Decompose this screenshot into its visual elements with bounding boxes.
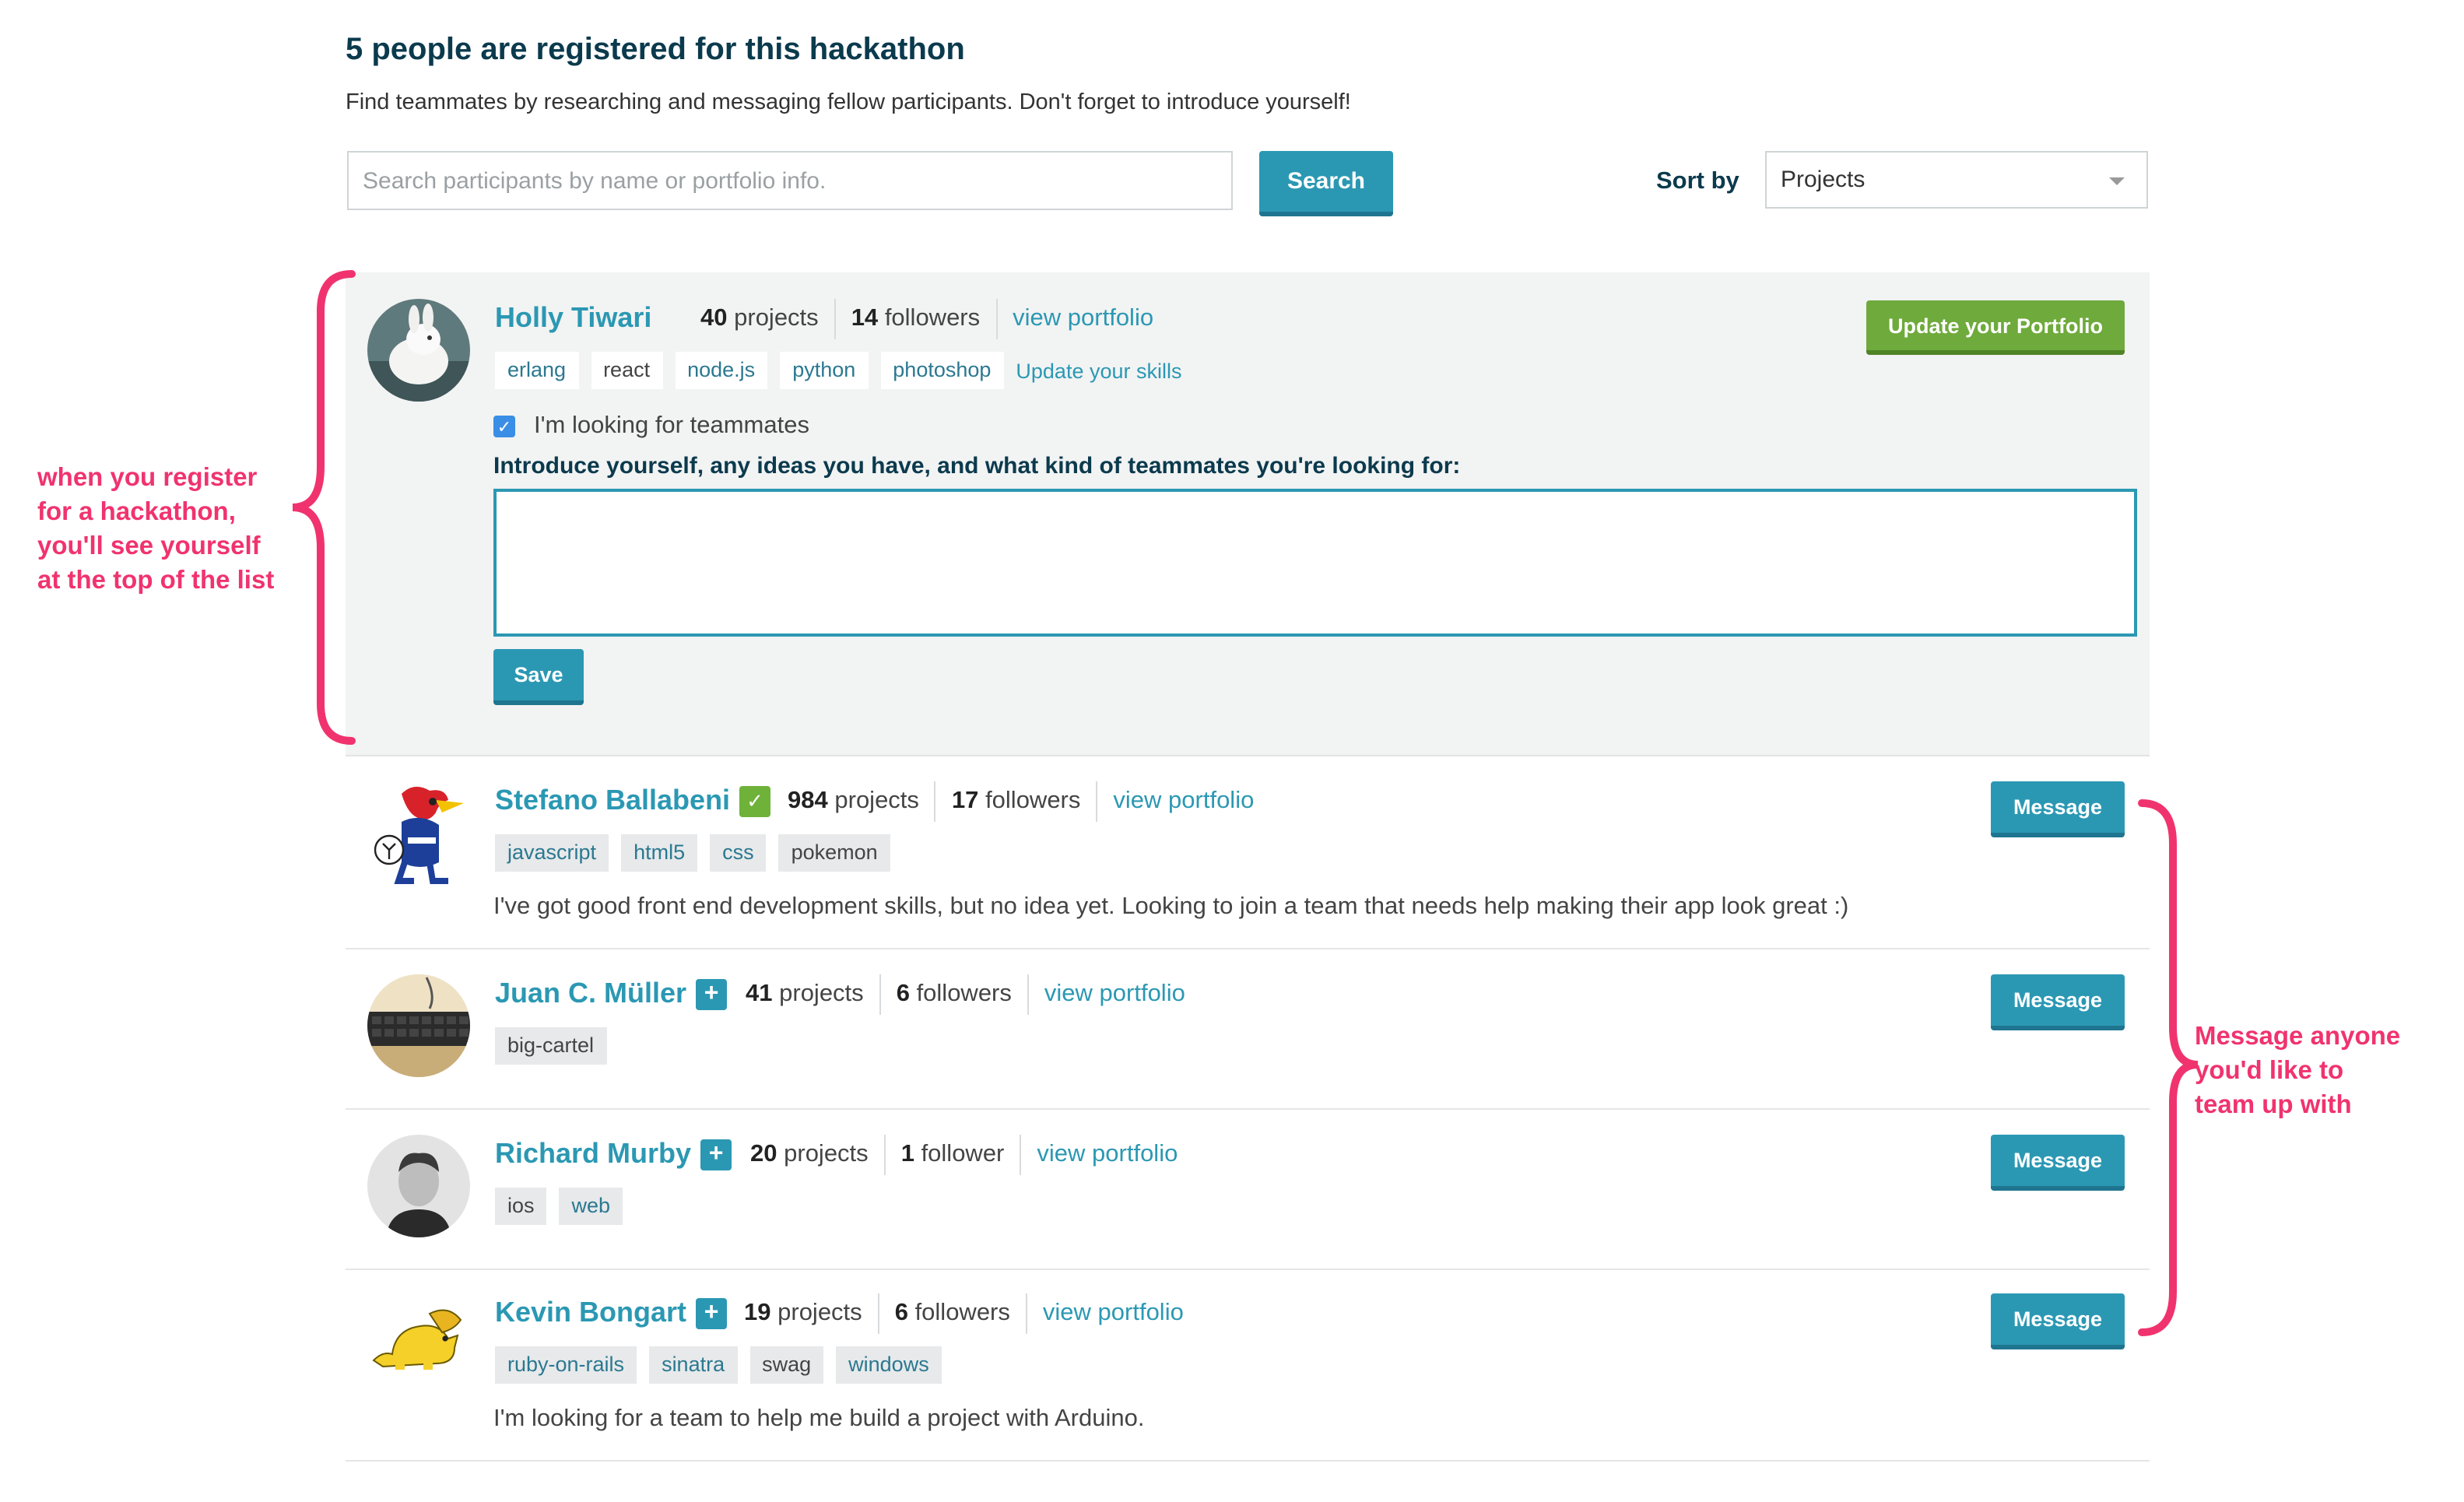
follow-plus-icon[interactable]: +: [696, 978, 728, 1009]
participant-projects: 41 projects: [746, 981, 864, 1007]
update-skills-link[interactable]: Update your skills: [1016, 359, 1181, 382]
participant-stats: 20 projects 1 follower view portfolio: [735, 1135, 1193, 1175]
page-subtitle: Find teammates by researching and messag…: [346, 90, 1351, 115]
participant-name[interactable]: Richard Murby +: [495, 1138, 738, 1170]
view-portfolio-link[interactable]: view portfolio: [1020, 1135, 1193, 1175]
page-title: 5 people are registered for this hackath…: [346, 33, 965, 67]
participant-followers: 1 follower: [883, 1135, 1020, 1175]
left-brace-icon: [292, 270, 356, 745]
avatar-kevin[interactable]: [367, 1292, 470, 1395]
tag[interactable]: ios: [495, 1188, 547, 1225]
tag[interactable]: big-cartel: [495, 1027, 607, 1065]
participant-tags: ios web: [495, 1188, 623, 1225]
participant-name[interactable]: Kevin Bongart +: [495, 1297, 733, 1329]
participant-tags: big-cartel: [495, 1027, 607, 1065]
self-tags: erlang react node.js python photoshop Up…: [495, 352, 1182, 389]
self-view-portfolio-link[interactable]: view portfolio: [995, 299, 1169, 339]
verified-check-icon: ✓: [739, 785, 771, 816]
view-portfolio-link[interactable]: view portfolio: [1025, 1293, 1199, 1334]
avatar-richard[interactable]: [367, 1135, 470, 1237]
participant-stats: 19 projects 6 followers view portfolio: [728, 1293, 1199, 1334]
annotation-right: Message anyone you'd like to team up wit…: [2195, 1023, 2401, 1119]
participant-stats: 984 projects 17 followers view portfolio: [772, 781, 1269, 822]
save-button[interactable]: Save: [493, 649, 584, 705]
tag[interactable]: windows: [836, 1346, 942, 1384]
message-button[interactable]: Message: [1991, 974, 2125, 1030]
participant-name[interactable]: Juan C. Müller +: [495, 977, 733, 1010]
tag[interactable]: css: [710, 834, 767, 872]
participant-name[interactable]: Stefano Ballabeni ✓: [495, 784, 777, 817]
rooster-mascot-icon: [367, 781, 470, 884]
avatar-stefano[interactable]: [367, 781, 470, 884]
participant-projects: 984 projects: [788, 788, 919, 814]
keyboard-avatar-icon: [367, 974, 470, 1077]
avatar-self[interactable]: [367, 299, 470, 402]
tag[interactable]: web: [559, 1188, 623, 1225]
row-divider: [346, 948, 2150, 949]
search-button[interactable]: Search: [1259, 151, 1393, 216]
message-button[interactable]: Message: [1991, 1135, 2125, 1191]
follow-plus-icon[interactable]: +: [696, 1297, 728, 1328]
sort-selected-value: Projects: [1781, 167, 1866, 193]
bunny-avatar-icon: [367, 299, 470, 402]
tag[interactable]: react: [591, 352, 663, 389]
self-followers: 14 followers: [834, 299, 995, 339]
row-divider: [346, 1108, 2150, 1110]
tag[interactable]: ruby-on-rails: [495, 1346, 637, 1384]
annotation-left: when you register for a hackathon, you'l…: [37, 464, 275, 595]
page-root: 5 people are registered for this hackath…: [0, 0, 2464, 1502]
participant-tags: ruby-on-rails sinatra swag windows: [495, 1346, 942, 1384]
self-name[interactable]: Holly Tiwari: [495, 302, 651, 335]
participant-bio: I'm looking for a team to help me build …: [493, 1405, 1145, 1432]
chevron-down-icon: [2109, 177, 2125, 185]
update-portfolio-button[interactable]: Update your Portfolio: [1866, 300, 2125, 355]
tag[interactable]: swag: [749, 1346, 824, 1384]
self-stats: 40 projects 14 followers view portfolio: [685, 299, 1169, 339]
looking-for-teammates-label: I'm looking for teammates: [534, 412, 809, 439]
sort-select[interactable]: Projects: [1765, 151, 2148, 209]
tag[interactable]: javascript: [495, 834, 609, 872]
row-divider: [346, 1460, 2150, 1462]
triceratops-avatar-icon: [367, 1292, 470, 1373]
person-photo-icon: [367, 1135, 470, 1237]
participant-followers: 6 followers: [879, 974, 1027, 1015]
participant-bio: I've got good front end development skil…: [493, 893, 1849, 920]
row-divider: [346, 1269, 2150, 1270]
participant-tags: javascript html5 css pokemon: [495, 834, 890, 872]
search-input[interactable]: [347, 151, 1233, 210]
message-button[interactable]: Message: [1991, 1293, 2125, 1349]
tag[interactable]: sinatra: [649, 1346, 738, 1384]
tag[interactable]: pokemon: [778, 834, 890, 872]
avatar-juan[interactable]: [367, 974, 470, 1077]
message-button[interactable]: Message: [1991, 781, 2125, 837]
participant-followers: 6 followers: [877, 1293, 1026, 1334]
sort-label: Sort by: [1656, 168, 1739, 195]
view-portfolio-link[interactable]: view portfolio: [1096, 781, 1269, 822]
view-portfolio-link[interactable]: view portfolio: [1027, 974, 1201, 1015]
intro-label: Introduce yourself, any ideas you have, …: [493, 453, 1461, 479]
intro-textarea[interactable]: [493, 489, 2137, 637]
looking-for-teammates-row[interactable]: ✓ I'm looking for teammates: [493, 412, 809, 440]
tag[interactable]: node.js: [675, 352, 768, 389]
participant-followers: 17 followers: [934, 781, 1096, 822]
participant-projects: 20 projects: [750, 1141, 869, 1167]
checkbox-checked-icon[interactable]: ✓: [493, 416, 515, 437]
participant-projects: 19 projects: [744, 1300, 862, 1326]
follow-plus-icon[interactable]: +: [700, 1139, 732, 1170]
tag[interactable]: erlang: [495, 352, 579, 389]
right-brace-icon: [2138, 799, 2199, 1336]
participant-stats: 41 projects 6 followers view portfolio: [730, 974, 1201, 1015]
self-projects: 40 projects: [700, 305, 819, 332]
tag[interactable]: html5: [621, 834, 698, 872]
tag[interactable]: python: [780, 352, 869, 389]
tag[interactable]: photoshop: [880, 352, 1004, 389]
